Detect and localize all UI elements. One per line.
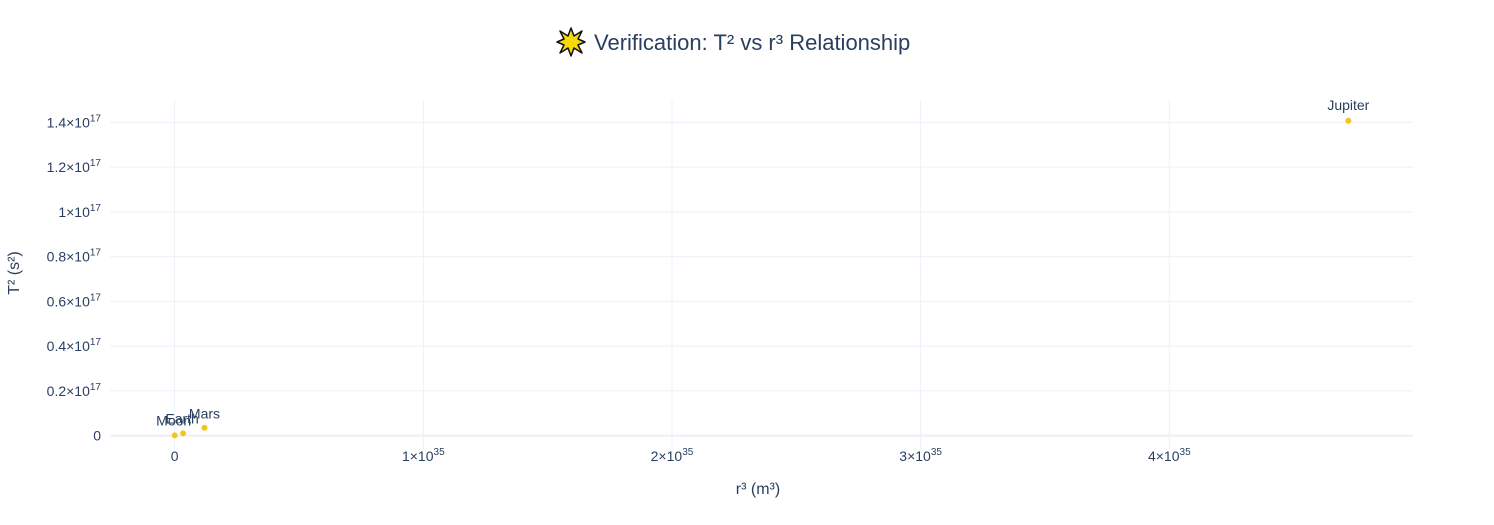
chart-title-group: Verification: T² vs r³ Relationship	[556, 27, 910, 57]
y-tick-label-exponent: 17	[90, 158, 102, 169]
y-tick-label-exponent: 17	[90, 337, 102, 348]
x-tick-label-exponent: 35	[434, 447, 446, 458]
chart-container: 0 1×1035 2×1035 3×1035 4×1035 0 0.2×1017 0.4×10…	[0, 0, 1494, 525]
y-tick-label-mantissa: 1.4×10	[47, 114, 90, 130]
chart-title: Verification: T² vs r³ Relationship	[594, 30, 910, 55]
x-axis-title: r³ (m³)	[736, 481, 780, 498]
x-tick-label-mantissa: 2×10	[651, 448, 683, 464]
y-tick-label: 0.6×1017	[47, 292, 102, 309]
y-tick-label: 0.2×1017	[47, 382, 102, 399]
x-tick-label: 2×1035	[651, 447, 694, 464]
data-point-mars[interactable]	[201, 424, 208, 431]
y-tick-label-mantissa: 0.8×10	[47, 249, 90, 265]
y-axis-title: T² (s²)	[6, 251, 23, 295]
y-tick-label: 0.8×1017	[47, 248, 102, 265]
grid-layer	[110, 100, 1413, 449]
x-tick-label-mantissa: 3×10	[899, 448, 931, 464]
y-tick-label-mantissa: 0.4×10	[47, 338, 90, 354]
y-tick-label-mantissa: 0	[93, 428, 101, 444]
y-tick-label-exponent: 17	[90, 113, 102, 124]
burst-star-icon	[556, 27, 586, 57]
y-tick-label: 1×1017	[58, 203, 101, 220]
x-tick-label: 0	[171, 448, 179, 464]
y-tick-label: 1.4×1017	[47, 113, 102, 130]
x-tick-label: 1×1035	[402, 447, 445, 464]
y-tick-label: 0	[93, 428, 101, 444]
y-tick-label-mantissa: 0.2×10	[47, 383, 90, 399]
y-tick-label-mantissa: 1×10	[58, 204, 90, 220]
data-point-earth[interactable]	[180, 430, 187, 437]
x-tick-label-exponent: 35	[1180, 447, 1192, 458]
y-tick-label-exponent: 17	[90, 382, 102, 393]
data-point-jupiter[interactable]	[1345, 117, 1352, 124]
y-tick-label-exponent: 17	[90, 292, 102, 303]
y-tick-label-mantissa: 1.2×10	[47, 159, 90, 175]
data-point-moon[interactable]	[171, 432, 178, 439]
y-tick-label: 0.4×1017	[47, 337, 102, 354]
x-tick-label-exponent: 35	[682, 447, 694, 458]
x-tick-label-mantissa: 4×10	[1148, 448, 1180, 464]
point-label-jupiter: Jupiter	[1327, 97, 1369, 113]
scatter-chart: 0 1×1035 2×1035 3×1035 4×103500.2×10170.4×10…	[6, 27, 1413, 498]
x-tick-label: 3×1035	[899, 447, 942, 464]
y-tick-label: 1.2×1017	[47, 158, 102, 175]
data-points: MoonEarthMarsJupiter	[156, 97, 1370, 439]
x-tick-label: 4×1035	[1148, 447, 1191, 464]
y-tick-label-mantissa: 0.6×10	[47, 293, 90, 309]
x-tick-label-exponent: 35	[931, 447, 943, 458]
x-tick-label-mantissa: 1×10	[402, 448, 434, 464]
y-tick-label-exponent: 17	[90, 248, 102, 259]
y-tick-label-exponent: 17	[90, 203, 102, 214]
point-label-mars: Mars	[189, 406, 220, 422]
x-tick-label-mantissa: 0	[171, 448, 179, 464]
